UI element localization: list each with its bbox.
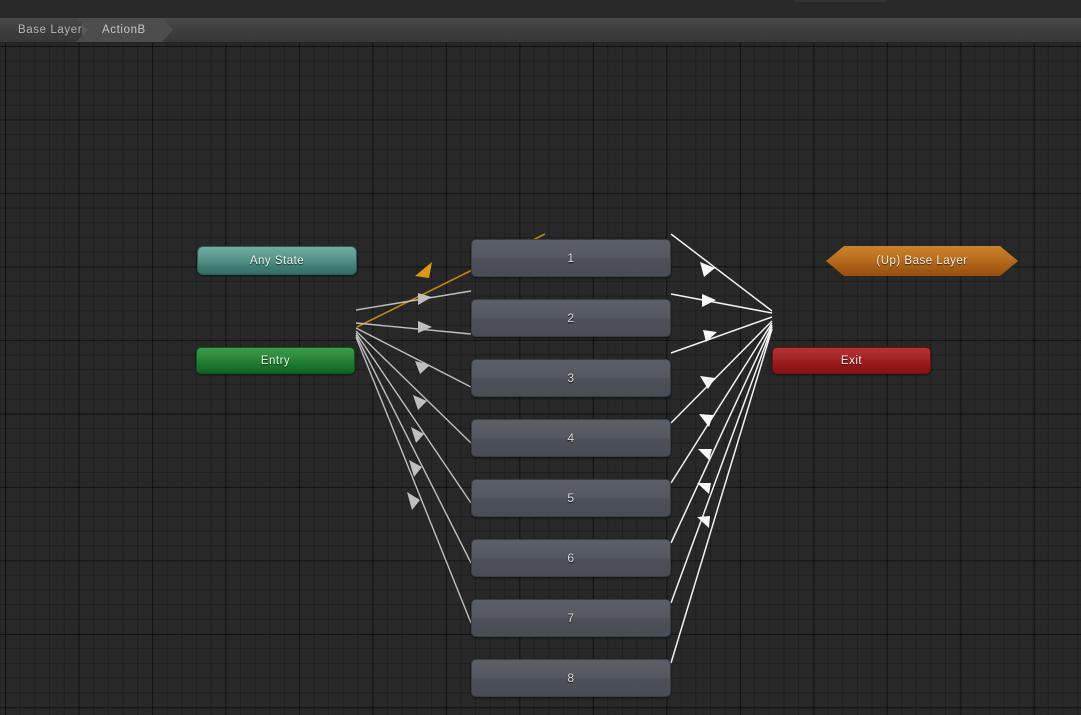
- node-state-1[interactable]: 1: [471, 239, 671, 277]
- node-label: 3: [567, 371, 575, 385]
- animator-graph-canvas[interactable]: .e-entry { stroke:#bfbfbf; stroke-width:…: [0, 43, 1081, 715]
- node-state-8[interactable]: 8: [471, 659, 671, 697]
- node-state-6[interactable]: 6: [471, 539, 671, 577]
- transition-entry-to-5[interactable]: [355, 330, 472, 444]
- node-label: Exit: [840, 354, 863, 367]
- transition-3-to-exit[interactable]: [670, 316, 773, 354]
- node-exit[interactable]: Exit: [772, 347, 931, 374]
- node-label: 4: [567, 431, 575, 445]
- transition-8-to-exit[interactable]: [670, 328, 773, 664]
- transition-2-to-exit[interactable]: [670, 293, 773, 314]
- transition-entry-to-2[interactable]: [355, 290, 472, 311]
- node-state-5[interactable]: 5: [471, 479, 671, 517]
- node-state-2[interactable]: 2: [471, 299, 671, 337]
- transition-entry-to-6[interactable]: [355, 332, 472, 504]
- animator-window: Base Layer ActionB .e-entry { stroke:#bf…: [0, 0, 1081, 715]
- node-any-state[interactable]: Any State: [197, 246, 357, 275]
- node-label: 7: [567, 611, 575, 625]
- transition-7-to-exit[interactable]: [670, 326, 773, 604]
- node-label: 6: [567, 551, 575, 565]
- node-state-7[interactable]: 7: [471, 599, 671, 637]
- node-label: Any State: [249, 254, 305, 267]
- node-label: 5: [567, 491, 575, 505]
- transition-6-to-exit[interactable]: [670, 324, 773, 544]
- breadcrumb: Base Layer ActionB: [0, 18, 1081, 43]
- node-label: (Up) Base Layer: [876, 255, 968, 267]
- transition-entry-to-4[interactable]: [355, 327, 472, 388]
- transition-entry-to-7[interactable]: [355, 334, 472, 564]
- breadcrumb-item-actionb[interactable]: ActionB: [76, 18, 173, 42]
- transition-4-to-exit[interactable]: [670, 320, 773, 424]
- window-top-strip: [0, 0, 1081, 18]
- node-entry[interactable]: Entry: [196, 347, 355, 374]
- node-state-4[interactable]: 4: [471, 419, 671, 457]
- transition-1-to-exit[interactable]: [670, 233, 773, 312]
- transition-entry-to-8[interactable]: [355, 336, 472, 624]
- node-label: 8: [567, 671, 575, 685]
- node-label: 2: [567, 311, 575, 325]
- node-state-3[interactable]: 3: [471, 359, 671, 397]
- transition-entry-to-3[interactable]: [355, 321, 472, 335]
- node-up-base-layer[interactable]: (Up) Base Layer: [826, 246, 1018, 276]
- node-label: 1: [567, 251, 575, 265]
- transition-5-to-exit[interactable]: [670, 322, 773, 484]
- node-label: Entry: [260, 354, 291, 367]
- top-strip-highlight: [795, 0, 887, 2]
